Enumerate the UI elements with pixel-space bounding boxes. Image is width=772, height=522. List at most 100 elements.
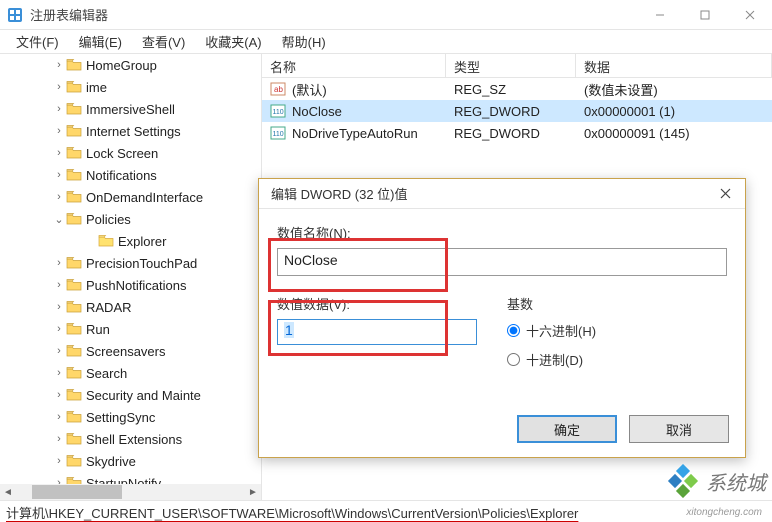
tree-twisty-icon[interactable]: ›	[52, 389, 66, 401]
folder-icon	[66, 212, 82, 226]
value-data-field[interactable]: 1	[277, 319, 477, 345]
tree-twisty-icon[interactable]: ›	[52, 367, 66, 379]
folder-icon	[66, 124, 82, 138]
tree-node[interactable]: › Search	[0, 362, 261, 384]
maximize-button[interactable]	[682, 0, 727, 30]
tree-twisty-icon[interactable]: ›	[52, 411, 66, 423]
tree-twisty-icon[interactable]: ›	[52, 257, 66, 269]
folder-icon	[66, 102, 82, 116]
tree-node-label: Explorer	[118, 234, 166, 249]
folder-icon	[66, 366, 82, 380]
menu-file[interactable]: 文件(F)	[6, 30, 69, 53]
tree-twisty-icon[interactable]: ›	[52, 147, 66, 159]
tree-node[interactable]: ›Lock Screen	[0, 142, 261, 164]
tree-node[interactable]: ›ImmersiveShell	[0, 98, 261, 120]
dialog-titlebar[interactable]: 编辑 DWORD (32 位)值	[259, 179, 745, 209]
tree-twisty-icon[interactable]: ›	[52, 169, 66, 181]
minimize-button[interactable]	[637, 0, 682, 30]
tree-node-label: Screensavers	[86, 344, 165, 359]
titlebar: 注册表编辑器	[0, 0, 772, 30]
tree-node[interactable]: › OnDemandInterface	[0, 186, 261, 208]
cell-data: 0x00000091 (145)	[576, 126, 772, 141]
tree-twisty-icon[interactable]: ›	[52, 103, 66, 115]
tree-node[interactable]: ›Notifications	[0, 164, 261, 186]
folder-icon	[66, 80, 82, 94]
cancel-button[interactable]: 取消	[629, 415, 729, 443]
tree-node[interactable]: ›Shell Extensions	[0, 428, 261, 450]
col-data[interactable]: 数据	[576, 54, 772, 77]
dialog-title: 编辑 DWORD (32 位)值	[271, 184, 705, 203]
tree-twisty-icon[interactable]: ›	[52, 191, 66, 203]
tree-node[interactable]: ›ime	[0, 76, 261, 98]
radio-dec[interactable]: 十进制(D)	[507, 350, 727, 369]
folder-icon	[66, 190, 82, 204]
tree-node[interactable]: ›PrecisionTouchPad	[0, 252, 261, 274]
col-type[interactable]: 类型	[446, 54, 576, 77]
tree-twisty-icon[interactable]: ›	[52, 455, 66, 467]
tree-twisty-icon[interactable]: ›	[52, 125, 66, 137]
folder-icon	[66, 58, 82, 72]
scroll-right-icon[interactable]: ►	[245, 484, 261, 500]
dialog-close-button[interactable]	[705, 179, 745, 209]
cell-name: NoDriveTypeAutoRun	[292, 126, 418, 141]
tree-node-explorer[interactable]: Explorer	[0, 230, 261, 252]
tree-hscrollbar[interactable]: ◄ ►	[0, 484, 261, 500]
tree-twisty-icon[interactable]: ›	[52, 433, 66, 445]
folder-icon	[66, 432, 82, 446]
tree-node-label: Policies	[86, 212, 131, 227]
tree-node[interactable]: › SettingSync	[0, 406, 261, 428]
tree-twisty-icon[interactable]: ›	[52, 81, 66, 93]
tree-twisty-icon[interactable]: ›	[52, 279, 66, 291]
tree-node[interactable]: › Internet Settings	[0, 120, 261, 142]
scroll-thumb[interactable]	[32, 485, 122, 499]
folder-icon	[66, 454, 82, 468]
scroll-left-icon[interactable]: ◄	[0, 484, 16, 500]
folder-icon	[66, 278, 82, 292]
svg-text:ab: ab	[274, 85, 283, 94]
tree-twisty-icon[interactable]: ›	[52, 345, 66, 357]
radio-hex-label: 十六进制(H)	[526, 321, 596, 340]
menu-help[interactable]: 帮助(H)	[272, 30, 336, 53]
value-data-text: 1	[284, 322, 294, 338]
tree-twisty-icon[interactable]: ›	[52, 301, 66, 313]
folder-icon	[66, 300, 82, 314]
folder-icon	[66, 146, 82, 160]
tree-twisty-icon[interactable]: ›	[52, 323, 66, 335]
tree-node-label: Skydrive	[86, 454, 136, 469]
tree-node-label: HomeGroup	[86, 58, 157, 73]
ok-button[interactable]: 确定	[517, 415, 617, 443]
list-row[interactable]: ab(默认)REG_SZ(数值未设置)	[262, 78, 772, 100]
tree-twisty-icon[interactable]: ›	[52, 59, 66, 71]
radio-hex-input[interactable]	[507, 324, 520, 337]
menu-view[interactable]: 查看(V)	[132, 30, 195, 53]
tree-node[interactable]: ›Run	[0, 318, 261, 340]
tree-node[interactable]: › RADAR	[0, 296, 261, 318]
list-row[interactable]: 110NoCloseREG_DWORD0x00000001 (1)	[262, 100, 772, 122]
tree-twisty-icon[interactable]: ⌄	[52, 213, 66, 226]
svg-text:110: 110	[273, 131, 284, 138]
value-name-field[interactable]: NoClose	[277, 248, 727, 276]
cell-data: 0x00000001 (1)	[576, 104, 772, 119]
close-button[interactable]	[727, 0, 772, 30]
tree-node[interactable]: ⌄ Policies	[0, 208, 261, 230]
tree-pane[interactable]: ›HomeGroup›ime›ImmersiveShell›Internet S…	[0, 54, 262, 500]
tree-node[interactable]: ›Security and Mainte	[0, 384, 261, 406]
tree-node[interactable]: ›PushNotifications	[0, 274, 261, 296]
tree-node-label: SettingSync	[86, 410, 155, 425]
radio-hex[interactable]: 十六进制(H)	[507, 321, 727, 340]
tree-node-label: OnDemandInterface	[86, 190, 203, 205]
tree-node[interactable]: › HomeGroup	[0, 54, 261, 76]
folder-icon	[98, 234, 114, 248]
menu-favorites[interactable]: 收藏夹(A)	[195, 30, 271, 53]
radio-dec-label: 十进制(D)	[526, 350, 583, 369]
tree-node-label: Search	[86, 366, 127, 381]
menu-edit[interactable]: 编辑(E)	[69, 30, 132, 53]
tree-node-label: Internet Settings	[86, 124, 181, 139]
cell-name: NoClose	[292, 104, 342, 119]
tree-node[interactable]: › Screensavers	[0, 340, 261, 362]
tree-node-label: RADAR	[86, 300, 132, 315]
tree-node[interactable]: › Skydrive	[0, 450, 261, 472]
col-name[interactable]: 名称	[262, 54, 446, 77]
list-row[interactable]: 110NoDriveTypeAutoRunREG_DWORD0x00000091…	[262, 122, 772, 144]
radio-dec-input[interactable]	[507, 353, 520, 366]
